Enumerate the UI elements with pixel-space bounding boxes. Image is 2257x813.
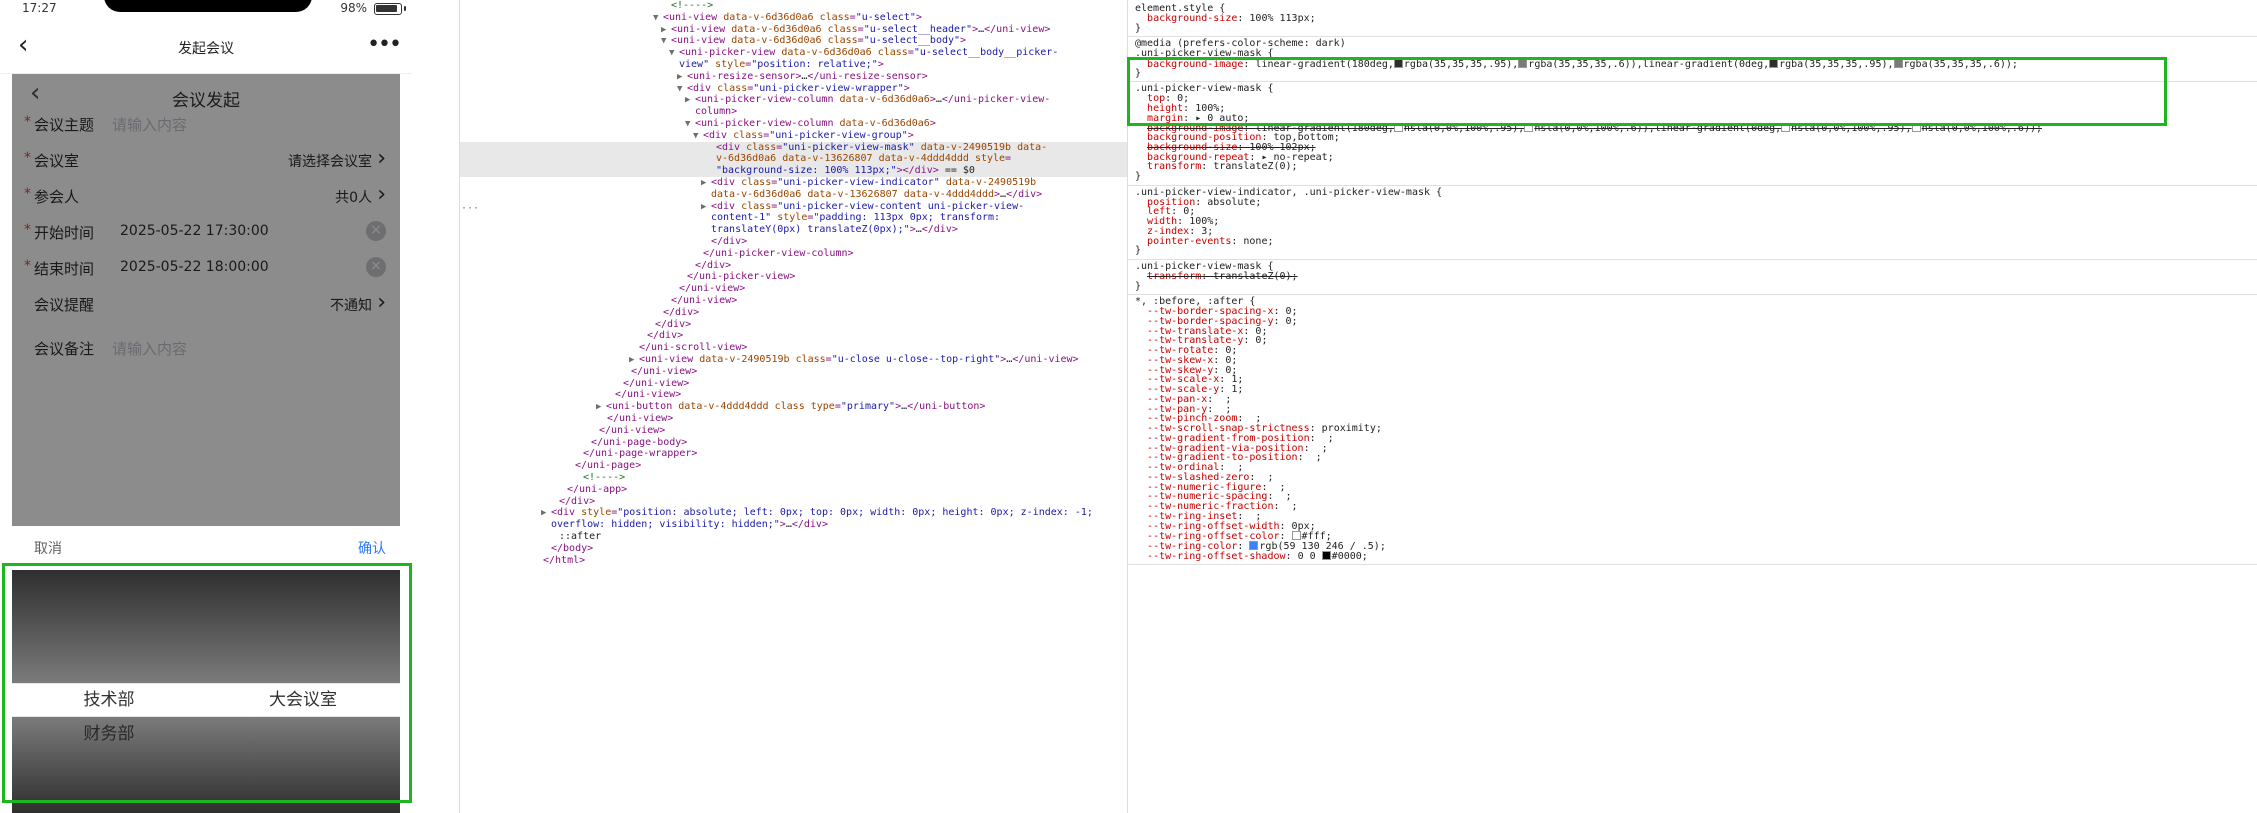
nav-bar: ‹ 发起会议 ••• [0, 18, 412, 74]
css-line[interactable]: transform: translateZ(0); [1135, 271, 1298, 282]
css-rule[interactable] [1128, 36, 2257, 38]
dom-node-line[interactable]: ▶ <uni-button data-v-4ddd4ddd class type=… [460, 401, 1127, 413]
dom-node-line[interactable]: v-6d36d0a6 data-v-13626807 data-v-4ddd4d… [460, 153, 1127, 166]
dom-node-line[interactable]: ::after [460, 531, 1127, 543]
dom-node-line[interactable]: <!----> [460, 0, 1127, 12]
css-line[interactable]: } [1135, 172, 1141, 182]
dom-node-line[interactable]: ▼ <uni-view data-v-6d36d0a6 class="u-sele… [460, 35, 1127, 47]
dom-node-line[interactable]: </div> [460, 236, 1127, 248]
dom-node-line[interactable]: ▶ <div class="uni-picker-view-content uni… [460, 201, 1127, 213]
dom-node-line[interactable]: overflow: hidden; visibility: hidden;">…… [460, 519, 1127, 531]
dom-node-line[interactable]: ▼ <div class="uni-picker-view-group"> [460, 130, 1127, 142]
dom-node-line[interactable]: ▶ <div style="position: absolute; left: 0… [460, 507, 1127, 519]
picker-item[interactable]: 大会议室 [206, 683, 400, 717]
dom-node-line[interactable]: </uni-view> [460, 389, 1127, 401]
css-rule[interactable] [1128, 294, 2257, 296]
dom-node-line[interactable]: </uni-app> [460, 484, 1127, 496]
dom-node-line[interactable]: </uni-picker-view> [460, 271, 1127, 283]
css-rule[interactable] [1128, 81, 2257, 83]
devtools-styles-panel[interactable]: element.style { background-size: 100% 11… [1127, 0, 2257, 813]
dom-breadcrumb-ellipsis[interactable]: ··· [461, 203, 479, 214]
dom-node-line[interactable]: translateY(0px) translateZ(0px);">…</div… [460, 224, 1127, 236]
dom-node-line[interactable]: </body> [460, 543, 1127, 555]
dom-node-line[interactable]: </uni-page-body> [460, 437, 1127, 449]
dom-node-line[interactable]: </uni-view> [460, 366, 1127, 378]
status-bar: 17:27 98% [0, 0, 412, 18]
css-line[interactable]: } [1135, 246, 1141, 256]
battery-icon [374, 3, 406, 15]
css-line[interactable]: --tw-ring-offset-shadow: 0 0 #0000; [1135, 550, 1368, 561]
dom-node-line[interactable]: ▶ <div class="uni-picker-view-indicator" … [460, 177, 1127, 189]
dom-node-line[interactable]: </uni-picker-view-column> [460, 248, 1127, 260]
dom-node-line[interactable]: view" style="position: relative;"> [460, 59, 1127, 71]
dom-node-line[interactable]: </uni-view> [460, 413, 1127, 425]
css-line[interactable]: margin: ▸ 0 auto; [1135, 113, 1249, 124]
notch [104, 0, 312, 12]
picker-mask-bottom [12, 717, 400, 813]
picker-sheet: 取消 确认 技术部财务部 大会议室 [12, 526, 400, 813]
css-line[interactable]: } [1135, 281, 1141, 292]
dom-node-line[interactable]: </div> [460, 330, 1127, 342]
dom-node-line[interactable]: </uni-view> [460, 425, 1127, 437]
dom-node-line[interactable]: </uni-view> [460, 283, 1127, 295]
dom-node-line[interactable]: </div> [460, 496, 1127, 508]
dom-node-line[interactable]: data-v-6d36d0a6 data-v-13626807 data-v-4… [460, 189, 1127, 201]
css-rule[interactable] [1128, 259, 2257, 260]
picker-toolbar: 取消 确认 [12, 526, 400, 570]
css-line[interactable]: .uni-picker-view-mask { [1135, 49, 1273, 59]
css-line[interactable]: } [1135, 23, 1141, 34]
dom-node-line[interactable]: <!----> [460, 472, 1127, 484]
dom-node-line[interactable]: ▶ <uni-resize-sensor>…</uni-resize-sensor… [460, 71, 1127, 83]
dom-node-line[interactable]: ▼ <uni-picker-view data-v-6d36d0a6 class=… [460, 47, 1127, 59]
css-line[interactable]: transform: translateZ(0); [1135, 162, 1298, 172]
dom-node-line[interactable]: "background-size: 100% 113px;"></div> ==… [460, 165, 1127, 177]
dom-node-line[interactable]: </div> [460, 319, 1127, 331]
dom-node-line[interactable]: </uni-view> [460, 295, 1127, 307]
css-line[interactable]: } [1135, 68, 1141, 79]
confirm-button[interactable]: 确认 [358, 538, 386, 558]
dom-node-line[interactable]: </uni-scroll-view> [460, 342, 1127, 354]
dom-node-line[interactable]: </uni-page-wrapper> [460, 448, 1127, 460]
picker-view[interactable]: 技术部财务部 大会议室 [12, 570, 400, 813]
phone-preview: 17:27 98% ‹ 发起会议 ••• ‹ 会议发起 * 会议主题 请输入内容 * 会… [0, 0, 412, 813]
picker-mask-top [12, 570, 400, 683]
css-line[interactable]: --tw-ring-offset-color: #fff; [1135, 531, 1332, 542]
dom-node-line[interactable]: content-1" style="padding: 113px 0px; tr… [460, 212, 1127, 224]
css-rule[interactable] [1128, 184, 2257, 186]
devtools-elements-panel[interactable]: <!----> ▼ <uni-view data-v-6d36d0a6 class=… [459, 0, 1127, 813]
css-line[interactable]: background-image: linear-gradient(180deg… [1135, 58, 2018, 69]
dom-node-line[interactable]: </div> [460, 260, 1127, 272]
dom-node-line[interactable]: </uni-page> [460, 460, 1127, 472]
panel-gap [412, 0, 459, 813]
status-time: 17:27 [22, 1, 57, 15]
dom-node-line[interactable]: ▼ <div class="uni-picker-view-wrapper"> [460, 83, 1127, 95]
nav-title: 发起会议 [178, 41, 234, 57]
css-line[interactable]: --tw-ring-color: rgb(59 130 246 / .5); [1135, 541, 1386, 552]
dom-node-line[interactable]: </html> [460, 555, 1127, 567]
css-line[interactable]: background-size: 100% 113px; [1135, 13, 1316, 24]
dom-node-line[interactable]: ▼ <uni-picker-view-column data-v-6d36d0a6… [460, 118, 1127, 130]
dom-node-line[interactable]: ▶ <uni-picker-view-column data-v-6d36d0a6… [460, 94, 1127, 106]
modal-overlay[interactable] [12, 74, 400, 526]
dom-node-line[interactable]: </uni-view> [460, 378, 1127, 390]
dom-node-line[interactable]: ▶ <uni-view data-v-2490519b class="u-clos… [460, 354, 1127, 366]
dom-node-line[interactable]: ▼ <uni-view data-v-6d36d0a6 class="u-sele… [460, 12, 1127, 24]
dom-node-line[interactable]: <div class="uni-picker-view-mask" data-v… [460, 141, 1127, 154]
dom-node-line[interactable]: column> [460, 106, 1127, 118]
css-rule[interactable] [1128, 563, 2257, 565]
cancel-button[interactable]: 取消 [34, 538, 62, 558]
picker-item[interactable]: 技术部 [12, 683, 206, 717]
dom-node-line[interactable]: </div> [460, 307, 1127, 319]
css-line[interactable]: --tw-ring-offset-width: 0px; [1135, 521, 1316, 532]
css-line[interactable]: pointer-events: none; [1135, 236, 1273, 247]
battery-percent: 98% [340, 1, 367, 15]
more-dots-icon[interactable]: ••• [367, 32, 402, 57]
dom-node-line[interactable]: ▶ <uni-view data-v-6d36d0a6 class="u-sele… [460, 24, 1127, 36]
